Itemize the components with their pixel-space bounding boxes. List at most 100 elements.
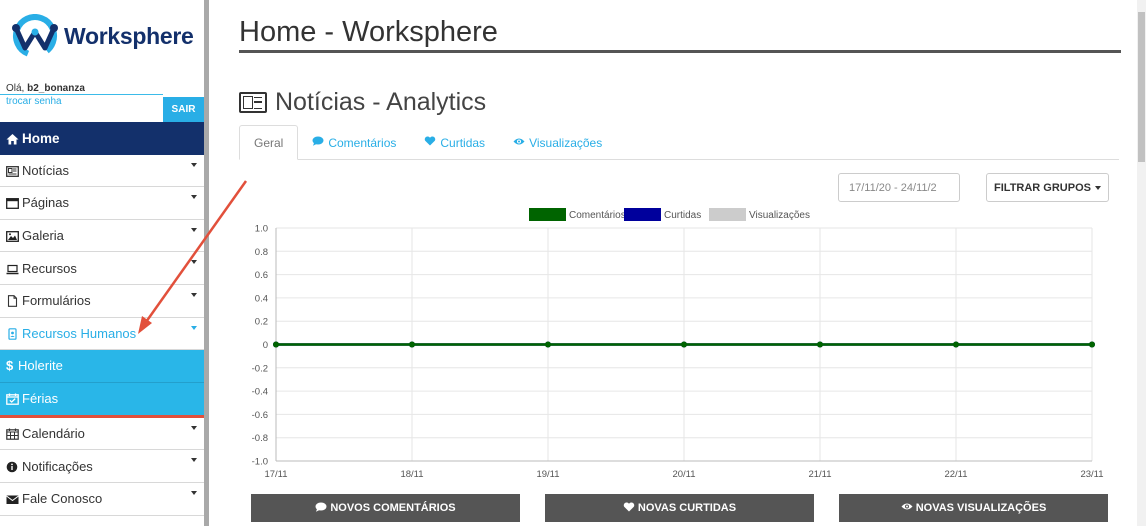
y-tick-label: -0.6 <box>252 410 268 421</box>
sidebar-item-label: Férias <box>22 391 59 407</box>
sidebar-item-label: Galeria <box>22 228 64 244</box>
sidebar-item-recursos-humanos[interactable]: Recursos Humanos <box>0 317 204 351</box>
y-tick-label: 0.8 <box>255 247 268 258</box>
page-scrollbar[interactable] <box>1137 0 1146 526</box>
user-box: Olá, b2_bonanza trocar senha SAIR <box>0 80 204 122</box>
sidebar-item-label: Recursos <box>22 260 77 276</box>
chevron-down-icon[interactable] <box>191 425 197 430</box>
greeting-text: Olá, <box>6 83 28 94</box>
sidebar-item-noticias[interactable]: Notícias <box>0 154 204 188</box>
sidebar-item-label: Páginas <box>22 195 69 211</box>
image-icon <box>6 230 19 243</box>
sidebar-item-ferias[interactable]: Férias <box>0 382 204 418</box>
tab-curtidas[interactable]: Curtidas <box>410 125 499 160</box>
button-label: NOVAS CURTIDAS <box>637 502 737 514</box>
chevron-down-icon[interactable] <box>191 195 197 200</box>
x-tick-label: 23/11 <box>1080 469 1103 480</box>
data-point <box>681 341 687 348</box>
newspaper-icon <box>6 165 19 177</box>
analytics-tabs: Geral Comentários Curtidas Visualizações <box>239 125 1119 160</box>
section-title-text: Notícias - Analytics <box>275 88 487 116</box>
tab-label: Visualizações <box>529 135 603 150</box>
home-icon <box>6 133 19 145</box>
logo[interactable]: Worksphere <box>10 14 194 59</box>
title-divider <box>239 50 1121 53</box>
worksphere-logo-icon <box>10 14 60 59</box>
tab-label: Comentários <box>328 135 397 150</box>
new-comments-button[interactable]: NOVOS COMENTÁRIOS <box>251 494 520 522</box>
tab-comentarios[interactable]: Comentários <box>298 125 410 160</box>
new-views-button[interactable]: NOVAS VISUALIZAÇÕES <box>839 494 1108 522</box>
info-icon <box>6 461 19 472</box>
y-tick-label: 0.4 <box>255 293 268 304</box>
eye-icon <box>513 137 525 149</box>
x-tick-label: 20/11 <box>672 469 695 480</box>
legend-swatch <box>624 208 661 221</box>
legend-label: Visualizações <box>749 210 810 221</box>
brand-name: Worksphere <box>64 22 194 49</box>
sidebar-item-label: Notificações <box>22 458 93 474</box>
data-point <box>953 341 959 348</box>
y-tick-label: 0 <box>263 340 268 351</box>
x-tick-label: 22/11 <box>944 469 967 480</box>
change-password-link[interactable]: trocar senha <box>0 94 163 120</box>
main-content: Home - Worksphere Notícias - Analytics G… <box>209 0 1137 526</box>
chevron-down-icon[interactable] <box>191 490 197 495</box>
sidebar-item-label: Fale Conosco <box>22 491 103 507</box>
y-tick-label: 0.2 <box>255 317 268 328</box>
comment-icon <box>312 136 324 149</box>
chevron-down-icon[interactable] <box>191 260 197 265</box>
chevron-down-icon[interactable] <box>191 227 197 232</box>
chevron-down-icon[interactable] <box>191 292 197 297</box>
file-icon <box>6 295 19 308</box>
data-point <box>1089 341 1095 348</box>
sidebar-item-label: Calendário <box>22 426 85 442</box>
sidebar-item-label: Formulários <box>22 293 91 309</box>
calendar-check-icon <box>6 393 19 406</box>
username: b2_bonanza <box>27 83 85 94</box>
data-point <box>817 341 823 348</box>
dollar-icon: $ <box>6 358 14 374</box>
section-title: Notícias - Analytics <box>239 88 486 117</box>
analytics-line-chart: Comentários Curtidas Visualizações 1.0 0.8 0.… <box>252 208 1104 480</box>
page-scrollbar-thumb[interactable] <box>1138 12 1145 162</box>
chevron-down-icon <box>1094 185 1101 190</box>
y-tick-label: -0.2 <box>252 363 268 374</box>
date-range-input[interactable]: 17/11/20 - 24/11/2 <box>838 173 960 202</box>
heart-icon <box>424 136 436 149</box>
sidebar-item-galeria[interactable]: Galeria <box>0 219 204 253</box>
new-likes-button[interactable]: NOVAS CURTIDAS <box>545 494 814 522</box>
sidebar-item-home[interactable]: Home <box>0 122 204 155</box>
x-tick-label: 19/11 <box>536 469 559 480</box>
sidebar-nav: Home Notícias Páginas Galeria Recursos F… <box>0 122 204 516</box>
sidebar-item-fale-conosco[interactable]: Fale Conosco <box>0 482 204 516</box>
sidebar-item-paginas[interactable]: Páginas <box>0 187 204 220</box>
filter-groups-label: FILTRAR GRUPOS <box>994 181 1091 194</box>
sidebar-item-notificacoes[interactable]: Notificações <box>0 450 204 483</box>
eye-icon <box>901 502 913 514</box>
tab-visualizacoes[interactable]: Visualizações <box>499 125 616 160</box>
legend-label: Curtidas <box>664 210 701 221</box>
envelope-icon <box>6 493 19 505</box>
sidebar-item-label: Holerite <box>18 358 63 374</box>
heart-icon <box>623 501 635 515</box>
logout-button[interactable]: SAIR <box>163 97 204 122</box>
sidebar-item-holerite[interactable]: $ Holerite <box>0 350 204 383</box>
data-point <box>545 341 551 348</box>
sidebar-item-recursos[interactable]: Recursos <box>0 252 204 285</box>
chevron-down-icon[interactable] <box>191 162 197 167</box>
sidebar: Worksphere Olá, b2_bonanza trocar senha … <box>0 0 204 526</box>
chevron-down-icon[interactable] <box>191 325 197 330</box>
chevron-down-icon[interactable] <box>191 458 197 463</box>
sidebar-item-formularios[interactable]: Formulários <box>0 284 204 318</box>
tab-geral[interactable]: Geral <box>239 125 299 160</box>
sidebar-item-calendario[interactable]: Calendário <box>0 417 204 451</box>
newspaper-icon <box>239 92 267 113</box>
laptop-icon <box>6 263 19 274</box>
sidebar-item-label: Notícias <box>22 162 69 178</box>
x-tick-label: 18/11 <box>400 469 423 480</box>
x-tick-label: 21/11 <box>808 469 831 480</box>
y-tick-label: -0.8 <box>252 433 268 444</box>
filter-groups-button[interactable]: FILTRAR GRUPOS <box>986 173 1109 202</box>
calendar-icon <box>6 428 19 440</box>
